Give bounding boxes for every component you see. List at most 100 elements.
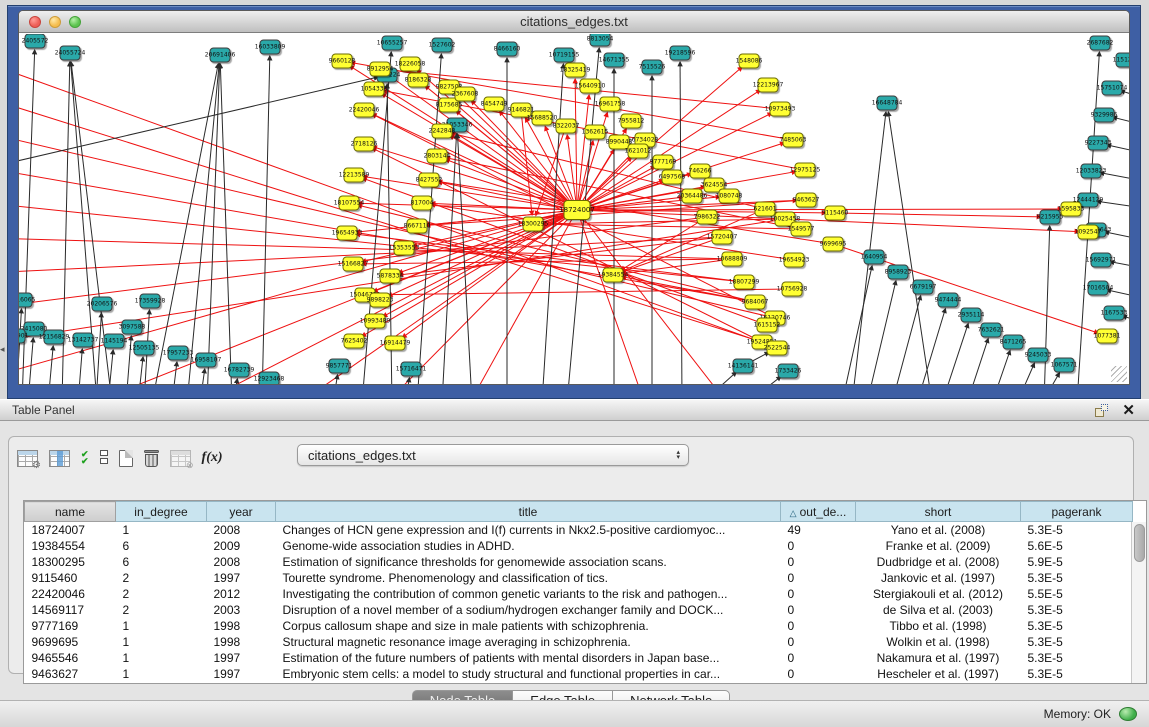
table-row[interactable]: 946362711997Embryonic stem cells: a mode…: [25, 666, 1133, 682]
graph-node[interactable]: 14671355: [604, 53, 625, 68]
graph-node[interactable]: 12923468: [259, 372, 280, 385]
table-cell[interactable]: Structural magnetic resonance image aver…: [276, 634, 781, 650]
graph-node[interactable]: 8454749: [484, 97, 505, 112]
graph-node[interactable]: 12033823: [1081, 164, 1102, 179]
graph-node[interactable]: 15166827: [343, 257, 364, 272]
graph-node[interactable]: 19384554: [603, 268, 624, 283]
graph-node[interactable]: 9115460: [825, 206, 846, 221]
table-cell[interactable]: 18300295: [25, 554, 116, 570]
table-cell[interactable]: 0: [781, 586, 856, 602]
graph-node[interactable]: 1527602: [432, 38, 453, 53]
graph-node[interactable]: 18325419: [565, 63, 586, 78]
table-cell[interactable]: 14569117: [25, 602, 116, 618]
graph-node[interactable]: 1067571: [1054, 358, 1075, 373]
table-cell[interactable]: 18724007: [25, 522, 116, 538]
graph-node[interactable]: 17957233: [168, 346, 189, 361]
float-panel-icon[interactable]: [1095, 404, 1108, 417]
table-cell[interactable]: Stergiakouli et al. (2012): [856, 586, 1021, 602]
table-cell[interactable]: Estimation of the future numbers of pati…: [276, 650, 781, 666]
graph-node[interactable]: 18724007: [564, 200, 591, 220]
graph-node[interactable]: 2516065: [19, 293, 33, 308]
graph-node[interactable]: 6497568: [662, 170, 683, 185]
graph-node[interactable]: 7625402: [344, 334, 365, 349]
graph-node[interactable]: 15692971: [1091, 253, 1112, 268]
table-cell[interactable]: Wolkin et al. (1998): [856, 634, 1021, 650]
table-cell[interactable]: 22420046: [25, 586, 116, 602]
graph-node[interactable]: 10655257: [382, 36, 403, 51]
graph-node[interactable]: 15751074: [1102, 81, 1123, 96]
table-cell[interactable]: 1: [116, 618, 207, 634]
graph-node[interactable]: 1549577: [791, 222, 812, 237]
graph-node[interactable]: 1077381: [1097, 329, 1118, 344]
graph-node[interactable]: 7632621: [981, 323, 1002, 338]
graph-node[interactable]: 8427552: [419, 173, 440, 188]
graph-node[interactable]: 2405572: [25, 34, 46, 49]
graph-node[interactable]: 18807299: [734, 275, 755, 290]
graph-node[interactable]: 2367608: [455, 87, 476, 102]
column-header-title[interactable]: title: [276, 502, 781, 522]
graph-node[interactable]: 2687682: [1090, 36, 1111, 51]
table-cell[interactable]: 2003: [207, 602, 276, 618]
select-column-icon[interactable]: [49, 446, 70, 470]
graph-node[interactable]: 20364486: [682, 189, 703, 204]
delete-table-icon[interactable]: [144, 446, 159, 470]
graph-node[interactable]: 18107554: [339, 196, 360, 211]
table-cell[interactable]: 6: [116, 554, 207, 570]
graph-node[interactable]: 8322037: [556, 119, 577, 134]
table-cell[interactable]: Tibbo et al. (1998): [856, 618, 1021, 634]
graph-node[interactable]: 2935114: [961, 308, 982, 323]
graph-node[interactable]: 621601: [755, 202, 776, 217]
table-cell[interactable]: 0: [781, 570, 856, 586]
graph-node[interactable]: 9699695: [823, 237, 844, 252]
graph-node[interactable]: 8471265: [1003, 335, 1024, 350]
graph-node[interactable]: 16648784: [877, 96, 898, 111]
graph-node[interactable]: 8186328: [408, 73, 429, 88]
graph-node[interactable]: 1733426: [778, 364, 799, 379]
table-cell[interactable]: Corpus callosum shape and size in male p…: [276, 618, 781, 634]
table-cell[interactable]: Estimation of significance thresholds fo…: [276, 554, 781, 570]
graph-node[interactable]: 8667110: [407, 219, 428, 234]
graph-node[interactable]: 9777169: [653, 155, 674, 170]
table-cell[interactable]: 0: [781, 618, 856, 634]
scrollbar-thumb[interactable]: [1134, 524, 1145, 562]
table-cell[interactable]: Changes of HCN gene expression and I(f) …: [276, 522, 781, 538]
table-row[interactable]: 1872400712008Changes of HCN gene express…: [25, 522, 1133, 538]
table-cell[interactable]: 9699695: [25, 634, 116, 650]
graph-node[interactable]: 17359928: [140, 294, 161, 309]
graph-node[interactable]: 13142737: [73, 333, 94, 348]
graph-node[interactable]: 1080748: [719, 189, 740, 204]
table-selector-dropdown[interactable]: citations_edges.txt ▴▾: [297, 444, 689, 466]
table-cell[interactable]: 2: [116, 586, 207, 602]
graph-node[interactable]: 3315901: [19, 329, 26, 344]
table-cell[interactable]: 49: [781, 522, 856, 538]
graph-node[interactable]: 5878334: [380, 269, 401, 284]
graph-node[interactable]: 15353553: [394, 241, 415, 256]
graph-node[interactable]: 7515526: [642, 60, 663, 75]
table-cell[interactable]: 1: [116, 634, 207, 650]
graph-node[interactable]: 18300295: [523, 217, 544, 232]
graph-node[interactable]: 9329986: [1094, 108, 1115, 123]
table-cell[interactable]: 0: [781, 538, 856, 554]
graph-node[interactable]: 817004: [412, 196, 433, 211]
table-cell[interactable]: Nakamura et al. (1997): [856, 650, 1021, 666]
vertical-scrollbar[interactable]: [1131, 522, 1146, 683]
graph-node[interactable]: 1621012: [628, 144, 649, 159]
table-cell[interactable]: 2008: [207, 522, 276, 538]
graph-node[interactable]: 2522544: [767, 341, 788, 356]
table-cell[interactable]: Investigating the contribution of common…: [276, 586, 781, 602]
graph-node[interactable]: 2242848: [432, 124, 453, 139]
table-row[interactable]: 911546021997Tourette syndrome. Phenomeno…: [25, 570, 1133, 586]
graph-node[interactable]: 14136141: [733, 359, 754, 374]
table-cell[interactable]: 6: [116, 538, 207, 554]
graph-node[interactable]: 1362615: [585, 125, 606, 140]
graph-node[interactable]: 12975125: [795, 163, 816, 178]
graph-node[interactable]: 1151234: [1116, 53, 1130, 68]
graph-node[interactable]: 18226058: [400, 57, 421, 72]
table-cell[interactable]: Disruption of a novel member of a sodium…: [276, 602, 781, 618]
table-settings-icon[interactable]: ⚙: [17, 446, 38, 470]
graph-node[interactable]: 16782739: [229, 363, 250, 378]
graph-node[interactable]: 1167533: [1104, 306, 1125, 321]
graph-node[interactable]: 8912954: [370, 62, 391, 77]
graph-node[interactable]: 17016504: [1088, 281, 1109, 296]
graph-node[interactable]: 2803144: [427, 149, 448, 164]
